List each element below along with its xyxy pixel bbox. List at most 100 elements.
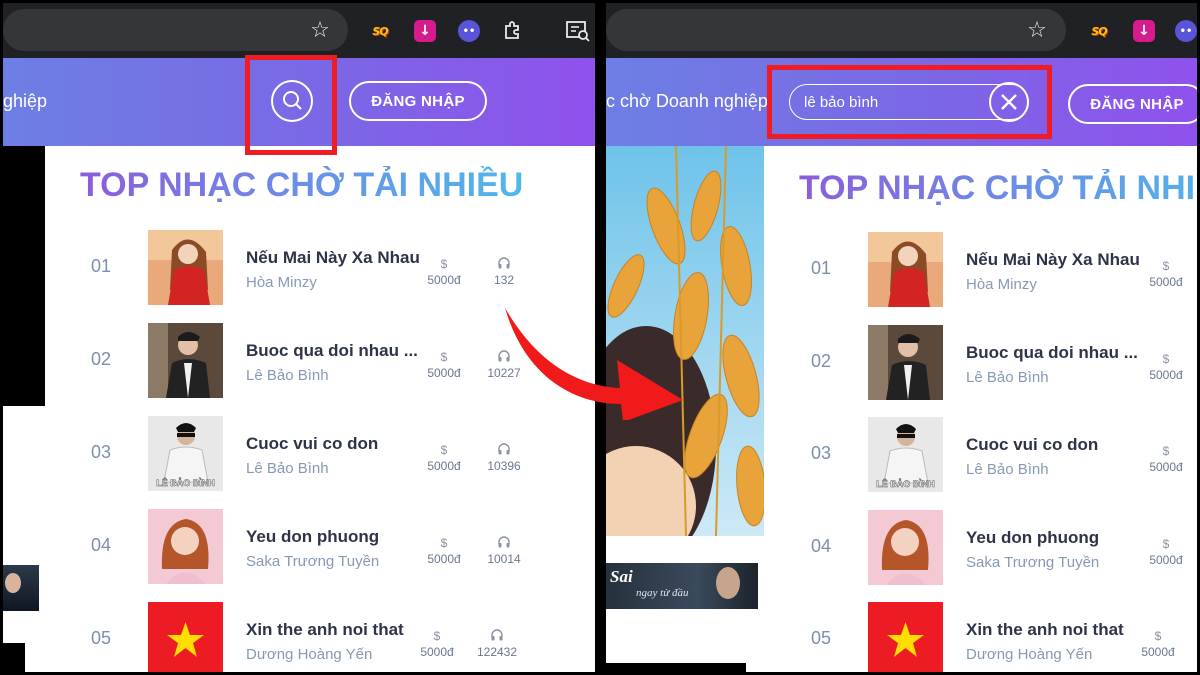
song-thumbnail[interactable] <box>868 602 943 672</box>
highlight-box-search-input <box>767 65 1052 139</box>
song-title[interactable]: Xin the anh noi that <box>966 620 1124 640</box>
song-artist[interactable]: Dương Hoàng Yến <box>966 646 1092 663</box>
song-price: $5000đ <box>1136 351 1196 383</box>
login-button[interactable]: ĐĂNG NHẬP <box>1068 84 1197 124</box>
song-artist[interactable]: Lê Bảo Bình <box>246 460 329 477</box>
bot-extension-icon[interactable]: •• <box>458 20 480 42</box>
song-title[interactable]: Nếu Mai Này Xa Nhau <box>966 250 1140 270</box>
extensions-puzzle-icon[interactable] <box>501 19 525 43</box>
song-price: $5000đ <box>407 628 467 660</box>
sq-extension-icon[interactable]: SQ <box>1088 20 1110 42</box>
song-row[interactable]: 02 Buoc qua doi nhau ... Lê Bảo Bình $5000đ <box>811 324 1197 400</box>
song-listen-count: 132 <box>474 256 534 288</box>
song-title[interactable]: Cuoc vui co don <box>966 435 1098 455</box>
song-artist[interactable]: Saka Trương Tuyền <box>246 553 379 570</box>
song-price: $5000đ <box>414 535 474 567</box>
song-thumbnail[interactable]: LÊ BẢO BÌNH <box>148 416 223 491</box>
song-rank: 03 <box>811 443 832 463</box>
song-title[interactable]: Buoc qua doi nhau ... <box>966 343 1138 363</box>
transition-arrow-icon <box>505 308 683 420</box>
song-thumbnail[interactable] <box>868 232 943 307</box>
reading-mode-icon[interactable] <box>565 19 591 43</box>
song-rank: 05 <box>91 628 112 648</box>
song-row[interactable]: 04 Yeu don phuong Saka Trương Tuyền $5000đ 1… <box>91 509 591 584</box>
browser-toolbar: ☆ SQ ↓ •• <box>606 3 1197 58</box>
dollar-icon: $ <box>1162 536 1170 551</box>
song-price: $5000đ <box>1128 628 1188 660</box>
song-rank: 04 <box>811 535 832 556</box>
song-price: $5000đ <box>414 442 474 474</box>
song-row[interactable]: 04 Yeu don phuong Saka Trương Tuyền $5000đ <box>811 509 1197 585</box>
song-price: $5000đ <box>414 349 474 381</box>
song-row[interactable]: 01 Nếu Mai Này Xa Nhau Hòa Minzy $5000đ 132 <box>91 230 591 305</box>
side-banner-bottom <box>3 643 25 672</box>
song-thumbnail[interactable] <box>868 324 943 400</box>
dollar-icon: $ <box>1162 351 1170 366</box>
song-thumbnail[interactable]: LÊ BẢO BÌNH <box>868 417 943 492</box>
side-thumbnail[interactable] <box>3 565 39 611</box>
song-thumbnail[interactable] <box>148 602 223 672</box>
song-listen-count: 122432 <box>467 628 527 660</box>
svg-text:LÊ BẢO BÌNH: LÊ BẢO BÌNH <box>156 477 215 488</box>
download-extension-icon[interactable]: ↓ <box>1133 20 1155 42</box>
song-rank: 03 <box>91 442 112 462</box>
song-row[interactable]: 05 Xin the anh noi that Dương Hoàng Yến $50… <box>811 602 1197 672</box>
download-extension-icon[interactable]: ↓ <box>414 20 436 42</box>
bot-extension-icon[interactable]: •• <box>1175 20 1197 42</box>
song-thumbnail[interactable] <box>148 323 223 398</box>
song-title[interactable]: Cuoc vui co don <box>246 434 378 454</box>
song-title[interactable]: Yeu don phuong <box>246 527 379 547</box>
headphones-icon <box>491 629 503 641</box>
dollar-icon: $ <box>1162 259 1170 273</box>
song-title[interactable]: Yeu don phuong <box>966 528 1099 548</box>
song-rank: 02 <box>91 349 112 369</box>
song-artist[interactable]: Lê Bảo Bình <box>966 461 1049 478</box>
dollar-icon: $ <box>1162 444 1170 458</box>
song-artist[interactable]: Lê Bảo Bình <box>966 369 1049 386</box>
song-row[interactable]: 03 LÊ BẢO BÌNH Cuoc vui co don Lê Bảo Bình $… <box>811 417 1197 492</box>
section-title: TOP NHẠC CHỜ TẢI NHIỀU <box>799 169 1197 208</box>
song-rank: 04 <box>91 535 112 555</box>
song-listen-count: 10396 <box>474 442 534 474</box>
song-title[interactable]: Xin the anh noi that <box>246 620 404 640</box>
headphones-icon <box>498 536 510 548</box>
dollar-icon: $ <box>440 443 448 457</box>
song-artist[interactable]: Hòa Minzy <box>246 274 317 291</box>
song-thumbnail[interactable] <box>148 509 223 584</box>
song-artist[interactable]: Lê Bảo Bình <box>246 367 329 384</box>
song-price: $5000đ <box>1136 443 1196 475</box>
song-title[interactable]: Buoc qua doi nhau ... <box>246 341 418 361</box>
song-price: $5000đ <box>1136 258 1196 290</box>
dollar-icon: $ <box>433 629 441 643</box>
sq-extension-icon[interactable]: SQ <box>369 20 391 42</box>
dollar-icon: $ <box>440 536 448 550</box>
song-row[interactable]: 03 LÊ BẢO BÌNH Cuoc vui co don Lê Bảo Bình $… <box>91 416 591 491</box>
login-button[interactable]: ĐĂNG NHẬP <box>349 81 487 121</box>
side-banner <box>3 146 45 406</box>
svg-text:LÊ BẢO BÌNH: LÊ BẢO BÌNH <box>876 478 935 489</box>
bookmark-star-icon[interactable]: ☆ <box>1024 18 1050 44</box>
song-artist[interactable]: Dương Hoàng Yến <box>246 646 372 663</box>
headphones-icon <box>498 257 510 269</box>
dollar-icon: $ <box>440 350 448 364</box>
side-thumbnail[interactable]: Sai ngay từ đầu <box>606 563 758 609</box>
nav-link-business[interactable]: c chờ Doanh nghiệp <box>606 91 768 112</box>
nav-link-business[interactable]: ghiệp <box>3 91 47 112</box>
dollar-icon: $ <box>440 257 448 271</box>
song-thumbnail[interactable] <box>868 509 943 585</box>
song-artist[interactable]: Saka Trương Tuyền <box>966 554 1099 571</box>
address-bar[interactable] <box>606 9 1066 51</box>
song-artist[interactable]: Hòa Minzy <box>966 276 1037 293</box>
highlight-box-search <box>245 55 337 155</box>
song-title[interactable]: Nếu Mai Này Xa Nhau <box>246 248 420 268</box>
side-banner-bottom <box>606 663 746 672</box>
song-price: $5000đ <box>414 256 474 288</box>
address-bar[interactable] <box>3 9 348 51</box>
browser-toolbar: ☆ SQ ↓ •• <box>3 3 595 58</box>
song-row[interactable]: 05 Xin the anh noi that Dương Hoàng Yến $50… <box>91 602 591 672</box>
bookmark-star-icon[interactable]: ☆ <box>307 18 333 44</box>
song-row[interactable]: 01 Nếu Mai Này Xa Nhau Hòa Minzy $5000đ <box>811 232 1197 307</box>
comparison-stage: ☆ SQ ↓ •• ghiệp ĐĂNG NHẬP TOP NHẠC CHỜ T… <box>0 0 1200 675</box>
song-rank: 02 <box>811 350 832 371</box>
song-thumbnail[interactable] <box>148 230 223 305</box>
